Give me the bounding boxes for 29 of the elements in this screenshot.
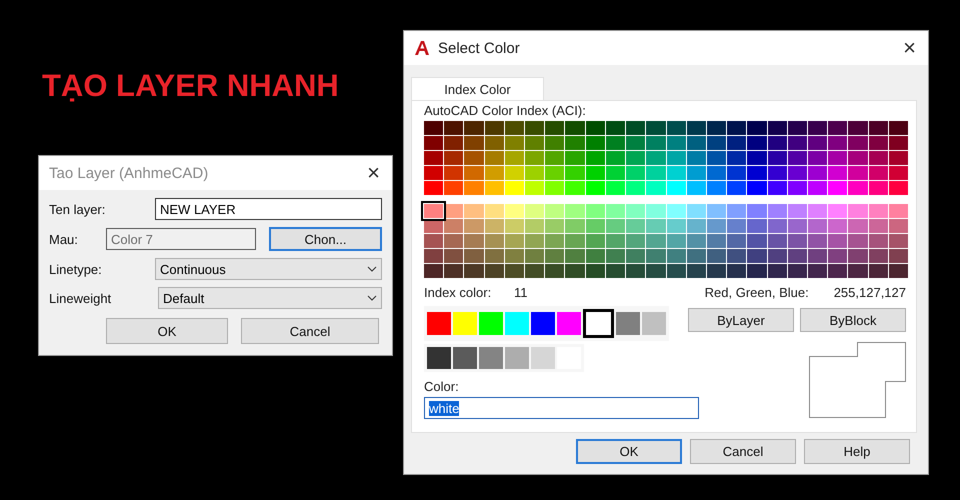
dialog-button[interactable]: OK [106, 318, 228, 344]
input-field[interactable]: white [424, 397, 699, 419]
dialog-button[interactable]: Help [804, 439, 910, 464]
input-field[interactable]: NEW LAYER [155, 198, 382, 220]
dialog-button[interactable]: Cancel [690, 439, 796, 464]
dialog-button[interactable]: OK [576, 439, 682, 464]
rgb-label: Red, Green, Blue: [704, 284, 809, 300]
window-title: Tao Layer (AnhmeCAD) [49, 164, 210, 182]
field-label: Linetype: [49, 262, 103, 276]
index-color-label: Index color: [424, 284, 492, 300]
tab[interactable]: Index Color [411, 77, 544, 100]
field-label: Color: [424, 379, 459, 394]
headline: TẠO LAYER NHANH [42, 68, 339, 104]
window-title: Select Color [438, 40, 521, 56]
dialog-button[interactable]: Cancel [241, 318, 379, 344]
field-label: Lineweight [49, 290, 112, 306]
palette-label: AutoCAD Color Index (ACI): [424, 103, 587, 118]
input-field[interactable]: Color 7 [106, 228, 256, 250]
side-button[interactable]: ByLayer [688, 308, 794, 332]
field-label: Ten layer: [49, 202, 106, 216]
side-button[interactable]: ByBlock [800, 308, 906, 332]
choose-button[interactable]: Chon... [269, 227, 382, 251]
dropdown[interactable]: Continuous [155, 258, 382, 280]
dropdown[interactable]: Default [158, 287, 382, 309]
field-label: Mau: [49, 232, 79, 246]
rgb-value: 255,127,127 [834, 284, 906, 300]
index-color-value: 11 [514, 284, 528, 300]
close-button[interactable]: × [367, 162, 380, 184]
close-button[interactable]: × [903, 37, 916, 59]
